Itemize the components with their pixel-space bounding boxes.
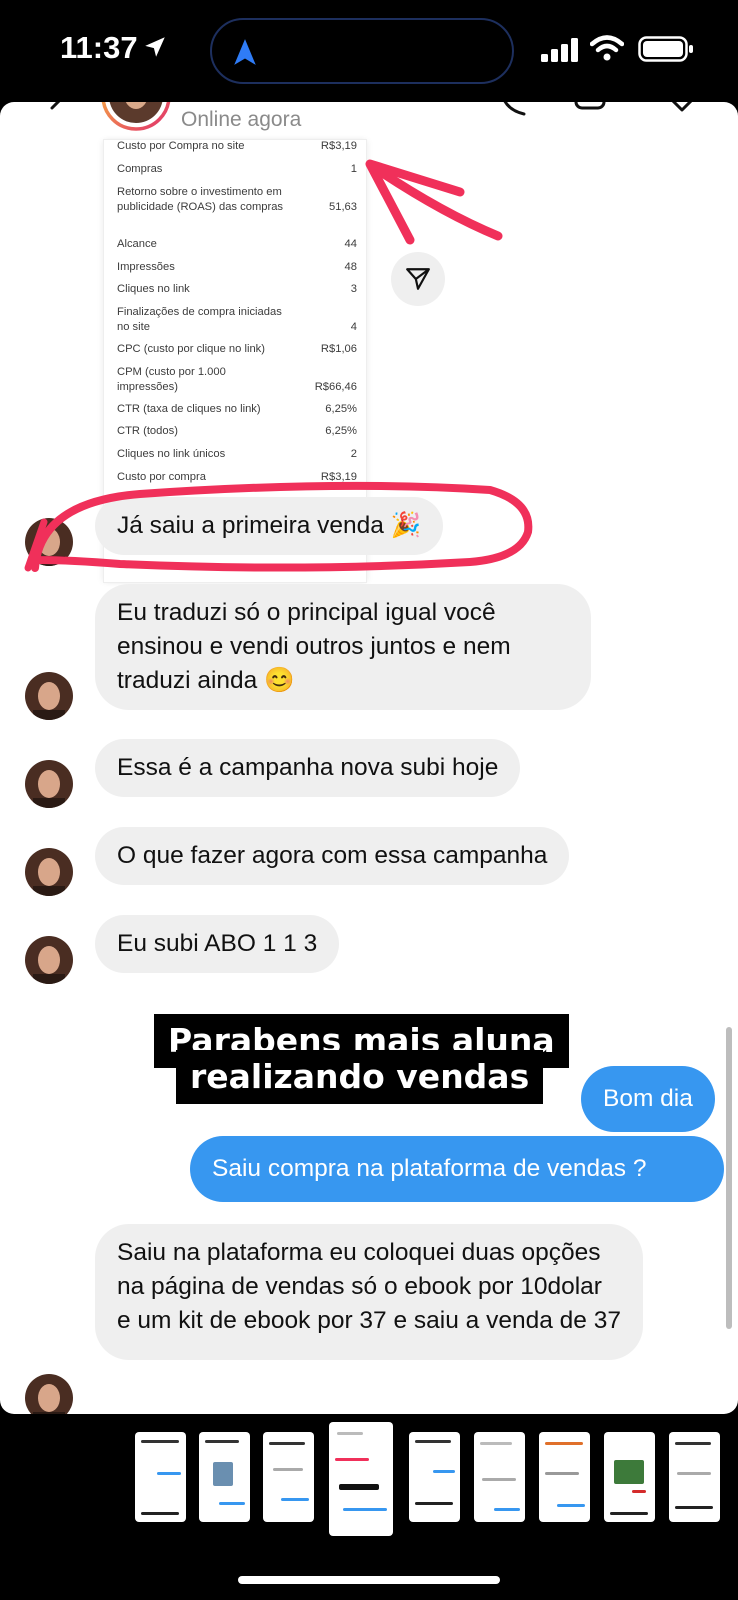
message-bubble[interactable]: Eu traduzi só o principal igual você ens… xyxy=(95,584,591,710)
avatar[interactable] xyxy=(25,518,73,566)
video-icon[interactable] xyxy=(574,102,616,120)
avatar[interactable] xyxy=(25,672,73,720)
metric-row: Finalizações de compra iniciadas no site… xyxy=(117,306,357,333)
story-thumbnail[interactable] xyxy=(199,1432,250,1522)
metric-row: Retorno sobre o investimento em publicid… xyxy=(117,186,357,213)
story-thumbnail-strip xyxy=(0,1414,738,1554)
share-button[interactable] xyxy=(391,252,445,306)
metric-row: Custo por compra R$3,19 xyxy=(117,471,357,483)
metric-row: Cliques no link únicos 2 xyxy=(117,448,357,460)
story-thumbnail[interactable] xyxy=(135,1432,186,1522)
battery-icon xyxy=(638,36,693,62)
metric-row: CPM (custo por 1.000 impressões) R$66,46 xyxy=(117,366,357,393)
story-screenshot: Online agora Custo por Compra no site R$3… xyxy=(0,102,738,1414)
sent-message-bubble[interactable]: Saiu compra na plataforma de vendas ? xyxy=(190,1136,724,1202)
metric-row: Custo por Compra no site R$3,19 xyxy=(117,140,357,152)
message-bubble[interactable]: Eu subi ABO 1 1 3 xyxy=(95,915,340,973)
sent-message-bubble[interactable]: Bom dia xyxy=(581,1066,715,1132)
scroll-indicator[interactable] xyxy=(726,1027,732,1329)
metric-row: Cliques no link 3 xyxy=(117,283,357,295)
avatar[interactable] xyxy=(25,760,73,808)
story-thumbnail[interactable] xyxy=(409,1432,460,1522)
clock: 11:37 xyxy=(60,30,138,65)
story-thumbnail[interactable] xyxy=(263,1432,314,1522)
send-icon xyxy=(406,268,430,290)
metric-row: Alcance 44 xyxy=(117,238,357,250)
avatar[interactable] xyxy=(25,1374,73,1414)
metric-row: Compras 1 xyxy=(117,163,357,175)
avatar[interactable] xyxy=(25,848,73,896)
home-indicator[interactable] xyxy=(238,1576,500,1584)
story-thumbnail[interactable] xyxy=(604,1432,655,1522)
online-status: Online agora xyxy=(181,108,302,131)
metric-row: Impressões 48 xyxy=(117,261,357,273)
metric-row: CTR (todos) 6,25% xyxy=(117,425,357,437)
navigation-arrow-icon xyxy=(234,39,256,65)
status-bar: 11:37 xyxy=(0,0,738,100)
story-thumbnail[interactable] xyxy=(669,1432,720,1522)
message-bubble[interactable]: Essa é a campanha nova subi hoje xyxy=(95,739,521,797)
dynamic-island xyxy=(210,18,514,84)
avatar[interactable] xyxy=(25,936,73,984)
contact-avatar[interactable] xyxy=(100,102,172,132)
message-bubble[interactable]: Saiu na plataforma eu coloquei duas opçõ… xyxy=(95,1224,643,1360)
message-bubble[interactable]: O que fazer agora com essa campanha xyxy=(95,827,570,885)
phone-icon[interactable] xyxy=(500,102,536,120)
story-caption-line: realizando vendas xyxy=(176,1050,544,1104)
location-arrow-icon xyxy=(145,37,165,57)
message-bubble[interactable]: Já saiu a primeira venda 🎉 xyxy=(95,497,444,555)
back-icon[interactable] xyxy=(44,102,74,120)
story-thumbnail[interactable] xyxy=(539,1432,590,1522)
metric-row: CPC (custo por clique no link) R$1,06 xyxy=(117,343,357,355)
story-thumbnail-active[interactable] xyxy=(329,1422,393,1536)
story-thumbnail[interactable] xyxy=(474,1432,525,1522)
metric-row: CTR (taxa de cliques no link) 6,25% xyxy=(117,403,357,415)
signal-icon xyxy=(541,38,578,62)
info-icon[interactable] xyxy=(662,102,702,120)
wifi-icon xyxy=(590,35,624,61)
